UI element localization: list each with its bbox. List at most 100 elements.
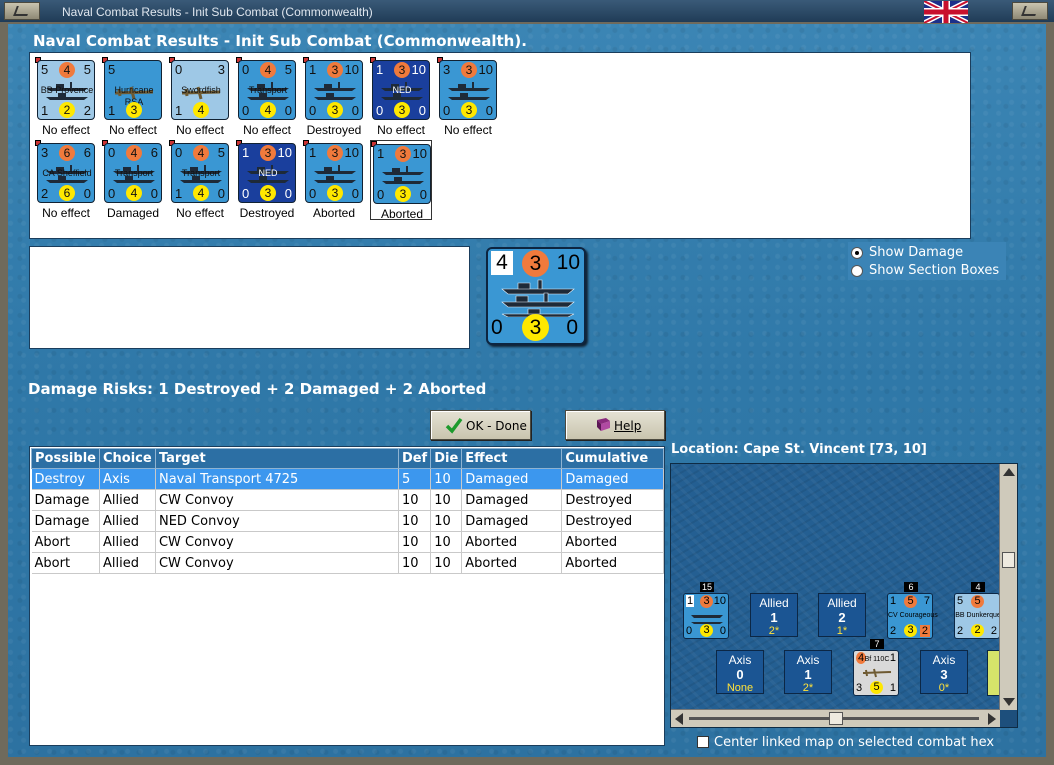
- unit-result-card[interactable]: 0 4 5 Transport 0 4 0 No effect: [236, 57, 298, 137]
- unit-result-caption: No effect: [176, 206, 224, 220]
- section-number: 0: [736, 667, 744, 682]
- stack-count-badge: 4: [971, 582, 985, 592]
- center-linked-map-checkbox[interactable]: Center linked map on selected combat hex: [697, 734, 1017, 752]
- unit-counter[interactable]: 1 3 10 NED 0 3 0: [238, 143, 296, 203]
- unit-counter[interactable]: 3 6 6 CA Sheffield 2 6 0: [37, 143, 95, 203]
- unit-result-card[interactable]: 1 3 10 NED 0 3 0 No effect: [370, 57, 432, 137]
- column-header-cumulative[interactable]: Cumulative: [561, 448, 664, 469]
- unit-counter[interactable]: 3 3 10 0 3 0: [439, 60, 497, 120]
- ship-silhouette-icon: [382, 166, 424, 184]
- column-header-target[interactable]: Target: [154, 448, 399, 469]
- mini-factor-bottom-left: 2: [957, 625, 964, 637]
- counter-attack-factor: 3: [260, 145, 276, 161]
- table-row[interactable]: Destroy Axis Naval Transport 4725 5 10 Damag…: [31, 468, 664, 490]
- table-row[interactable]: Abort Allied CW Convoy 10 10 Aborted Aborted: [31, 552, 664, 574]
- scroll-down-arrow-icon[interactable]: [1003, 698, 1015, 706]
- map-vertical-scrollbar[interactable]: [999, 464, 1017, 710]
- map-unit-counter-convoy[interactable]: 1 3 10 0 3 0: [683, 593, 729, 639]
- mini-defense-factor: 3: [700, 624, 713, 637]
- counter-factor-top-left: 0: [175, 145, 183, 160]
- column-header-possible[interactable]: Possible: [31, 448, 100, 469]
- unit-result-card[interactable]: 0 3 Swordfish 1 4 No effect: [169, 57, 231, 137]
- table-cell-cumulative: Damaged: [561, 468, 664, 490]
- column-header-effect[interactable]: Effect: [461, 448, 563, 469]
- axis-section-3[interactable]: Axis 3 0*: [920, 650, 968, 694]
- unit-counter[interactable]: 1 3 10 NED 0 3 0: [372, 60, 430, 120]
- counter-factor-bottom-left: 0: [242, 186, 250, 201]
- table-cell-possible: Abort: [31, 531, 100, 553]
- table-cell-choice: Axis: [99, 468, 156, 490]
- table-cell-target: Naval Transport 4725: [155, 468, 399, 490]
- section-value: None: [726, 682, 754, 694]
- axis-section-0[interactable]: Axis 0 None: [716, 650, 764, 694]
- unit-counter[interactable]: 1 3 10 0 3 0: [305, 60, 363, 120]
- table-row[interactable]: Damage Allied NED Convoy 10 10 Damaged Destroy…: [31, 510, 664, 532]
- mini-factor-bottom-left: 0: [686, 625, 693, 637]
- table-row[interactable]: Abort Allied CW Convoy 10 10 Aborted Aborted: [31, 531, 664, 553]
- unit-result-card[interactable]: 1 3 10 0 3 0 Destroyed: [303, 57, 365, 137]
- counter-defense-factor: 3: [327, 185, 343, 201]
- counter-factor-top-left: 1: [377, 146, 385, 161]
- unit-counter[interactable]: 0 3 Swordfish 1 4: [171, 60, 229, 120]
- window-menu-button[interactable]: [4, 2, 40, 20]
- ok-done-button[interactable]: OK - Done: [430, 410, 531, 440]
- unit-result-card[interactable]: 1 3 10 0 3 0 Aborted: [370, 140, 432, 221]
- unit-result-card[interactable]: 5HurricaneRSA13 No effect: [102, 57, 164, 137]
- counter-attack-factor: 4: [59, 62, 75, 78]
- unit-result-card[interactable]: 3 6 6 CA Sheffield 2 6 0 No effect: [35, 140, 97, 220]
- counter-factor-top-right: 3: [217, 62, 225, 77]
- column-header-choice[interactable]: Choice: [98, 448, 156, 469]
- unit-counter[interactable]: 0 4 5 Transport 1 4 0: [171, 143, 229, 203]
- unit-counter[interactable]: 1 3 10 0 3 0: [373, 144, 431, 204]
- scroll-right-arrow-icon[interactable]: [988, 713, 996, 725]
- unit-results-panel: 545BB Provence122No effect5HurricaneRSA1…: [29, 52, 971, 239]
- counter-factor-top-right: 5: [83, 62, 91, 77]
- unit-result-card[interactable]: 0 4 6 Transport 0 4 0 Damaged: [102, 140, 164, 220]
- unit-counter[interactable]: 0 4 6 Transport 0 4 0: [104, 143, 162, 203]
- map-unit-counter-carrier[interactable]: 1 5 7 CV Courageous 2 3 2: [887, 593, 938, 639]
- allied-section-1[interactable]: Allied 1 2*: [750, 593, 798, 637]
- linked-map-view[interactable]: 15 1 3 10 0 3 0 Allied 1 2* Allied 2 1* …: [670, 463, 1018, 728]
- section-side-label: Axis: [932, 653, 956, 667]
- counter-factor-top-left: 1: [376, 62, 384, 77]
- section-value: 1*: [836, 625, 848, 637]
- damage-risks-summary: Damage Risks: 1 Destroyed + 2 Damaged + …: [28, 380, 487, 398]
- map-unit-counter-aircraft[interactable]: 4 1 Bf 110C 3 5 1: [853, 650, 899, 696]
- counter-factor-top-right: 10: [556, 251, 580, 274]
- table-cell-choice: Allied: [99, 552, 156, 574]
- map-unit-counter-battleship[interactable]: 5 5 BB Dunkerque 2 2 2: [954, 593, 1001, 639]
- unit-result-card[interactable]: 0 4 5 Transport 1 4 0 No effect: [169, 140, 231, 220]
- unit-result-card[interactable]: 1 3 10 0 3 0 Aborted: [303, 140, 365, 220]
- counter-factor-bottom-right: 0: [485, 103, 493, 118]
- table-cell-possible: Abort: [31, 552, 100, 574]
- unit-counter[interactable]: 5 4 5 BB Provence 1 2 2: [37, 60, 95, 120]
- unit-result-caption: No effect: [109, 123, 157, 137]
- help-button[interactable]: Help: [565, 410, 665, 440]
- unit-counter[interactable]: 5HurricaneRSA13: [104, 60, 162, 120]
- scroll-left-arrow-icon[interactable]: [675, 713, 683, 725]
- horizontal-scroll-thumb[interactable]: [829, 712, 843, 725]
- table-row[interactable]: Damage Allied CW Convoy 10 10 Damaged Destroye…: [31, 489, 664, 511]
- table-cell-def: 10: [398, 552, 432, 574]
- vertical-scroll-thumb[interactable]: [1002, 552, 1015, 568]
- map-horizontal-scrollbar[interactable]: [671, 709, 1000, 727]
- unit-result-card[interactable]: 3 3 10 0 3 0 No effect: [437, 57, 499, 137]
- scroll-up-arrow-icon[interactable]: [1003, 468, 1015, 476]
- unit-counter[interactable]: 1 3 10 0 3 0: [305, 143, 363, 203]
- axis-section-1[interactable]: Axis 1 2*: [784, 650, 832, 694]
- table-cell-possible: Damage: [31, 510, 100, 532]
- counter-factor-top-right: 6: [150, 145, 158, 160]
- checkbox-icon[interactable]: [697, 736, 709, 748]
- unit-counter[interactable]: 0 4 5 Transport 0 4 0: [238, 60, 296, 120]
- section-side-label: Allied: [827, 596, 857, 610]
- window-close-button[interactable]: [1012, 2, 1048, 20]
- column-header-die[interactable]: Die: [430, 448, 463, 469]
- unit-result-card[interactable]: 5 4 5 BB Provence 1 2 2 No effect: [35, 57, 97, 137]
- unit-result-card[interactable]: 1 3 10 NED 0 3 0 Destroyed: [236, 140, 298, 220]
- column-header-def[interactable]: Def: [397, 448, 432, 469]
- allied-section-2[interactable]: Allied 2 1*: [818, 593, 866, 637]
- table-cell-effect: Damaged: [461, 489, 563, 511]
- help-book-icon: [597, 418, 610, 431]
- counter-factor-bottom-right: 0: [150, 186, 158, 201]
- table-cell-die: 10: [430, 489, 463, 511]
